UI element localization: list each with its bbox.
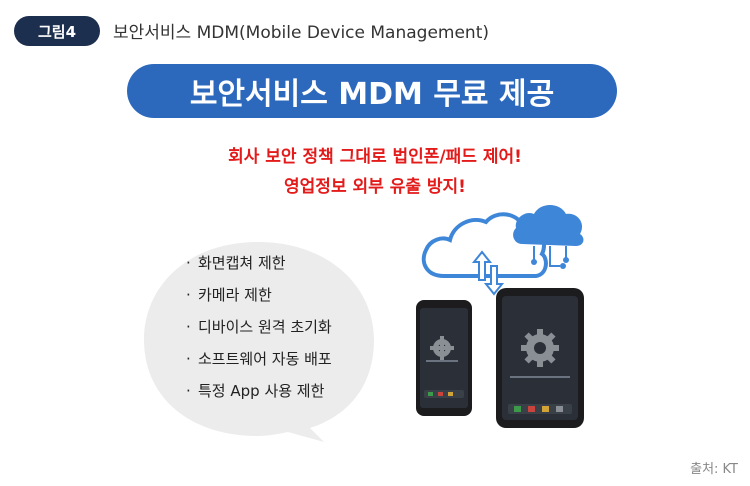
list-item: · 카메라 제한 (186, 284, 332, 316)
source-credit: 출처: KT (690, 462, 738, 477)
bullet: · (186, 382, 191, 400)
list-item: · 특정 App 사용 제한 (186, 380, 332, 412)
list-item: · 화면캡쳐 제한 (186, 252, 332, 284)
smartphone-icon (416, 300, 472, 416)
feature-label: 디바이스 원격 초기화 (198, 318, 332, 336)
feature-label: 소프트웨어 자동 배포 (198, 350, 332, 368)
list-item: · 소프트웨어 자동 배포 (186, 348, 332, 380)
gear-icon (521, 329, 559, 367)
feature-label: 카메라 제한 (198, 286, 272, 304)
mdm-illustration (416, 205, 584, 428)
figure-badge: 그림4 (14, 16, 100, 46)
list-item: · 디바이스 원격 초기화 (186, 316, 332, 348)
bullet: · (186, 286, 191, 304)
figure-caption: 보안서비스 MDM(Mobile Device Management) (113, 23, 489, 43)
feature-list: · 화면캡쳐 제한 · 카메라 제한 · 디바이스 원격 초기화 · 소프트웨어 자동 … (186, 252, 332, 412)
bullet: · (186, 254, 191, 272)
highlight-line-1: 회사 보안 정책 그대로 법인폰/패드 제어! (228, 147, 522, 167)
bullet: · (186, 318, 191, 336)
feature-label: 화면캡쳐 제한 (198, 254, 286, 272)
cloud-sync-icon (421, 205, 584, 296)
bullet: · (186, 350, 191, 368)
feature-label: 특정 App 사용 제한 (198, 382, 325, 400)
tablet-icon (496, 288, 584, 428)
title-banner: 보안서비스 MDM 무료 제공 (127, 64, 617, 118)
highlight-line-2: 영업정보 외부 유출 방지! (284, 177, 466, 197)
